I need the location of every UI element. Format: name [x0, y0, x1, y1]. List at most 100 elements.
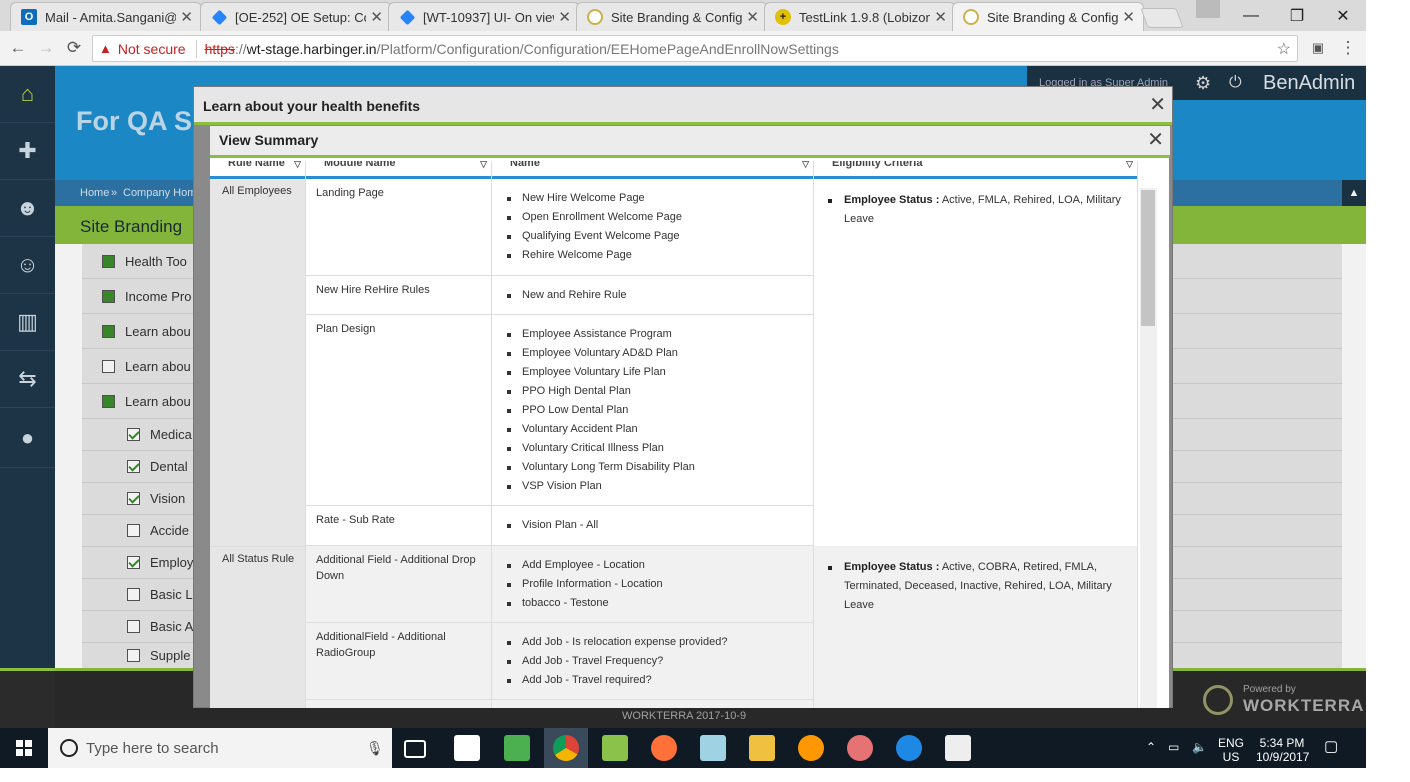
- task-view-icon[interactable]: [404, 740, 426, 758]
- url-field[interactable]: ▲ Not secure https://wt-stage.harbinger.…: [92, 35, 1298, 62]
- close-window-icon[interactable]: ✕: [1320, 0, 1366, 31]
- names-cell: Employee Assistance Program Employee Vol…: [492, 315, 814, 506]
- reload-icon[interactable]: ⟳: [62, 37, 86, 59]
- calculator-icon[interactable]: [504, 735, 530, 761]
- rule-name-cell: All Employees: [210, 179, 306, 546]
- names-cell: Vision Plan - All: [492, 506, 814, 546]
- bookmark-star-icon[interactable]: ☆: [1277, 39, 1291, 59]
- worktera-icon: [963, 9, 979, 25]
- name-item: Vision Plan - All: [504, 516, 813, 535]
- language-indicator[interactable]: ENG US: [1218, 736, 1244, 764]
- name-item: New and Rehire Rule: [504, 286, 813, 305]
- chrome-icon[interactable]: [553, 735, 579, 761]
- blank-area: [0, 768, 1410, 782]
- profile-icon[interactable]: [1196, 0, 1220, 18]
- puzzle-icon[interactable]: ✚: [0, 123, 55, 180]
- close-tab-icon[interactable]: ✕: [746, 8, 759, 26]
- name-item: Open Enrollment Welcome Page: [504, 208, 813, 227]
- forward-icon[interactable]: →: [34, 37, 58, 59]
- modal-header: Learn about your health benefits ✕: [194, 87, 1172, 125]
- module-name-cell: Plan Design: [306, 315, 492, 506]
- browser-tab[interactable]: O Mail - Amita.Sangani@h ✕: [10, 2, 202, 31]
- browser-tab[interactable]: Site Branding & Configu ✕: [576, 2, 768, 31]
- tab-title: [OE-252] OE Setup: Cou: [235, 9, 367, 25]
- new-tab-button[interactable]: [1140, 8, 1184, 28]
- name-item: tobacco - Testone: [504, 594, 813, 613]
- user-add-icon[interactable]: ☻: [0, 180, 55, 237]
- firefox-icon[interactable]: [651, 735, 677, 761]
- store-icon[interactable]: [454, 735, 480, 761]
- module-name-cell: Additional Field - Additional Drop Down: [306, 546, 492, 623]
- tab-title: [WT-10937] UI- On view: [423, 9, 555, 25]
- worktera-icon: [587, 9, 603, 25]
- chat-icon[interactable]: ●: [0, 408, 55, 468]
- browser-tab-active[interactable]: Site Branding & Configu ✕: [952, 2, 1144, 31]
- back-icon[interactable]: ←: [6, 37, 30, 59]
- eligibility-cell: Employee Status : Active, FMLA, Rehired,…: [814, 179, 1138, 546]
- photos-icon[interactable]: [945, 735, 971, 761]
- jira-icon: [399, 9, 416, 25]
- close-tab-icon[interactable]: ✕: [558, 8, 571, 26]
- browser-tab[interactable]: [WT-10937] UI- On view ✕: [388, 2, 580, 31]
- close-tab-icon[interactable]: ✕: [370, 8, 383, 26]
- names-cell: Add Job - Is relocation expense provided…: [492, 623, 814, 700]
- name-item: Add Employee - Location: [504, 556, 813, 575]
- home-icon[interactable]: ⌂: [0, 66, 55, 123]
- file-explorer-icon[interactable]: [749, 735, 775, 761]
- names-cell: New and Rehire Rule: [492, 276, 814, 315]
- divider: [195, 39, 197, 58]
- column-header[interactable]: Eligibility Criteria ▽: [814, 161, 1138, 179]
- chevron-down-icon: ▽: [294, 161, 301, 169]
- address-bar-row: ← → ⟳ ▲ Not secure https://wt-stage.harb…: [0, 31, 1366, 66]
- name-item: Voluntary Accident Plan: [504, 420, 813, 439]
- notifications-icon[interactable]: ▢: [1324, 739, 1338, 754]
- security-label[interactable]: Not secure: [118, 41, 186, 57]
- browser-tab[interactable]: [OE-252] OE Setup: Cou ✕: [200, 2, 392, 31]
- close-tab-icon[interactable]: ✕: [180, 8, 193, 26]
- chevron-down-icon: ▽: [802, 161, 809, 169]
- windows-start-icon[interactable]: [16, 740, 32, 756]
- module-name-cell: [306, 700, 492, 708]
- app-icon[interactable]: [798, 735, 824, 761]
- column-header[interactable]: Name ▽: [492, 161, 814, 179]
- edge-icon[interactable]: [896, 735, 922, 761]
- eligibility-label: Employee Status :: [844, 194, 940, 206]
- name-item: Add Job - Travel Frequency?: [504, 652, 813, 671]
- region-label: US: [1222, 750, 1240, 764]
- transfer-icon[interactable]: ⇆: [0, 351, 55, 408]
- module-name-cell: AdditionalField - Additional RadioGroup: [306, 623, 492, 700]
- modal-title: View Summary: [219, 132, 319, 148]
- close-icon[interactable]: ✕: [1149, 95, 1166, 115]
- name-item: Employee Assistance Program: [504, 325, 813, 344]
- notes-icon[interactable]: [700, 735, 726, 761]
- browser-tab-bar: O Mail - Amita.Sangani@h ✕ [OE-252] OE S…: [0, 0, 1366, 31]
- maximize-icon[interactable]: ❐: [1274, 0, 1320, 31]
- blank-area: [1366, 0, 1410, 782]
- column-header[interactable]: Module Name ▽: [306, 161, 492, 179]
- close-icon[interactable]: ✕: [1147, 130, 1164, 150]
- browser-tab[interactable]: + TestLink 1.9.8 (Lobizon) ✕: [764, 2, 956, 31]
- close-tab-icon[interactable]: ✕: [934, 8, 947, 26]
- tray-up-icon[interactable]: ⌃: [1146, 740, 1156, 754]
- taskbar-search-input[interactable]: Type here to search 🎙: [48, 728, 392, 768]
- names-cell: Add Employee - Location Profile Informat…: [492, 546, 814, 623]
- volume-icon[interactable]: 🔈: [1192, 740, 1207, 754]
- menu-icon[interactable]: ⋮: [1336, 37, 1360, 59]
- close-tab-icon[interactable]: ✕: [1122, 8, 1135, 26]
- network-icon[interactable]: ▭: [1168, 740, 1179, 754]
- minimize-icon[interactable]: —: [1228, 0, 1274, 31]
- name-item: PPO Low Dental Plan: [504, 401, 813, 420]
- snipping-tool-icon[interactable]: [847, 735, 873, 761]
- column-header[interactable]: Rule Name ▽: [210, 161, 306, 179]
- reports-icon[interactable]: ▥: [0, 294, 55, 351]
- paint-icon[interactable]: [602, 735, 628, 761]
- scrollbar-thumb[interactable]: [1141, 190, 1155, 326]
- extension-icon[interactable]: ▣: [1306, 37, 1330, 59]
- microphone-icon[interactable]: 🎙: [366, 740, 384, 757]
- user-icon[interactable]: ☺: [0, 237, 55, 294]
- cortana-icon: [60, 739, 78, 757]
- clock[interactable]: 5:34 PM 10/9/2017: [1256, 736, 1309, 764]
- name-item: Qualifying Event Welcome Page: [504, 227, 813, 246]
- column-label: Module Name: [324, 161, 396, 169]
- module-name-cell: Rate - Sub Rate: [306, 506, 492, 546]
